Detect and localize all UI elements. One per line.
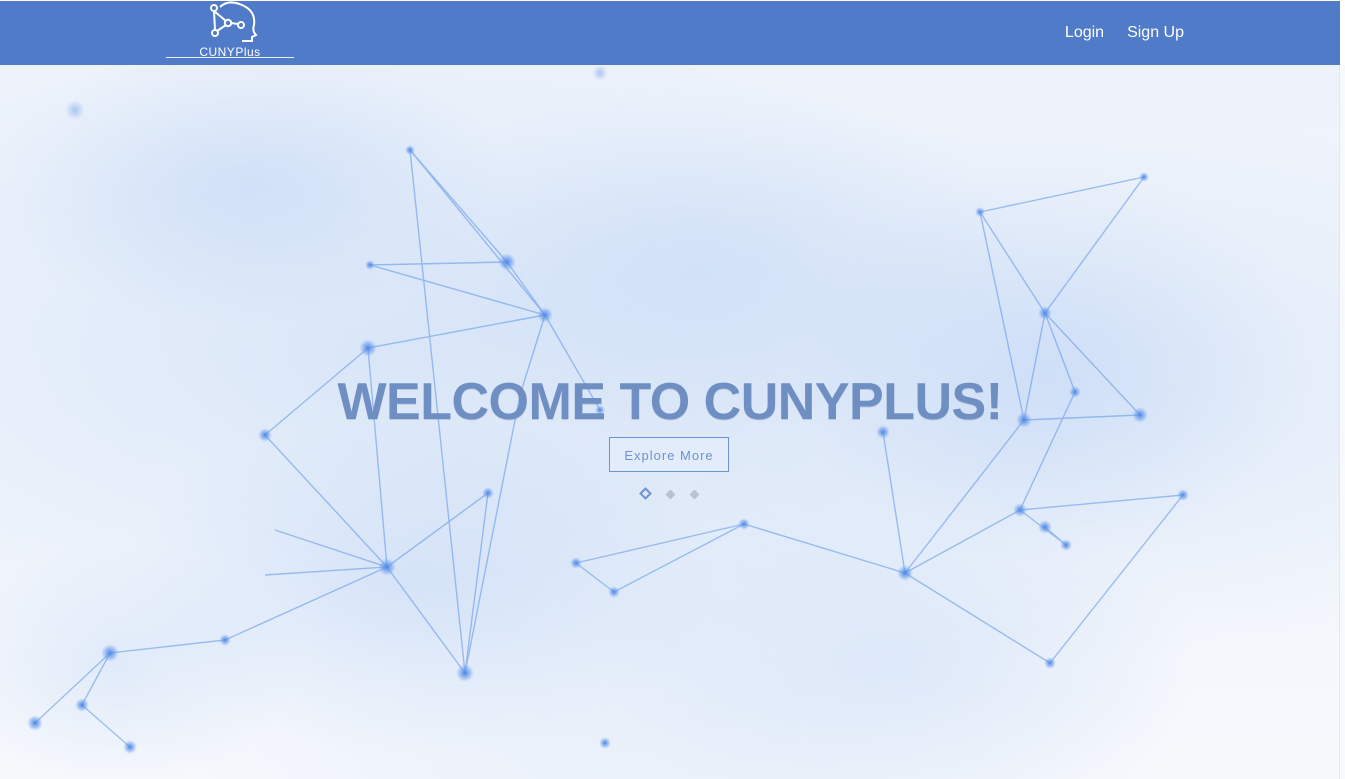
carousel-dot-3[interactable] (689, 489, 700, 500)
sign-up-link[interactable]: Sign Up (1127, 23, 1184, 43)
top-navbar: CUNYPlus Login Sign Up (0, 1, 1340, 65)
carousel-dot-1[interactable] (639, 487, 652, 500)
scrollbar-track[interactable] (1339, 65, 1345, 779)
carousel-dot-2[interactable] (665, 489, 676, 500)
explore-more-button[interactable]: Explore More (609, 437, 729, 472)
hero-title: WELCOME TO CUNYPLUS! (337, 373, 1003, 431)
nav-links: Login Sign Up (1065, 23, 1184, 43)
logo-underline (166, 57, 294, 58)
cunyplus-logo[interactable]: CUNYPlus (166, 1, 294, 61)
carousel-indicators (639, 487, 709, 502)
hero-section: WELCOME TO CUNYPLUS! Explore More (0, 65, 1340, 779)
login-link[interactable]: Login (1065, 23, 1104, 43)
brain-network-icon (210, 1, 258, 42)
landing-page: WELCOME TO CUNYPLUS! Explore More CUNYPl… (0, 0, 1345, 779)
